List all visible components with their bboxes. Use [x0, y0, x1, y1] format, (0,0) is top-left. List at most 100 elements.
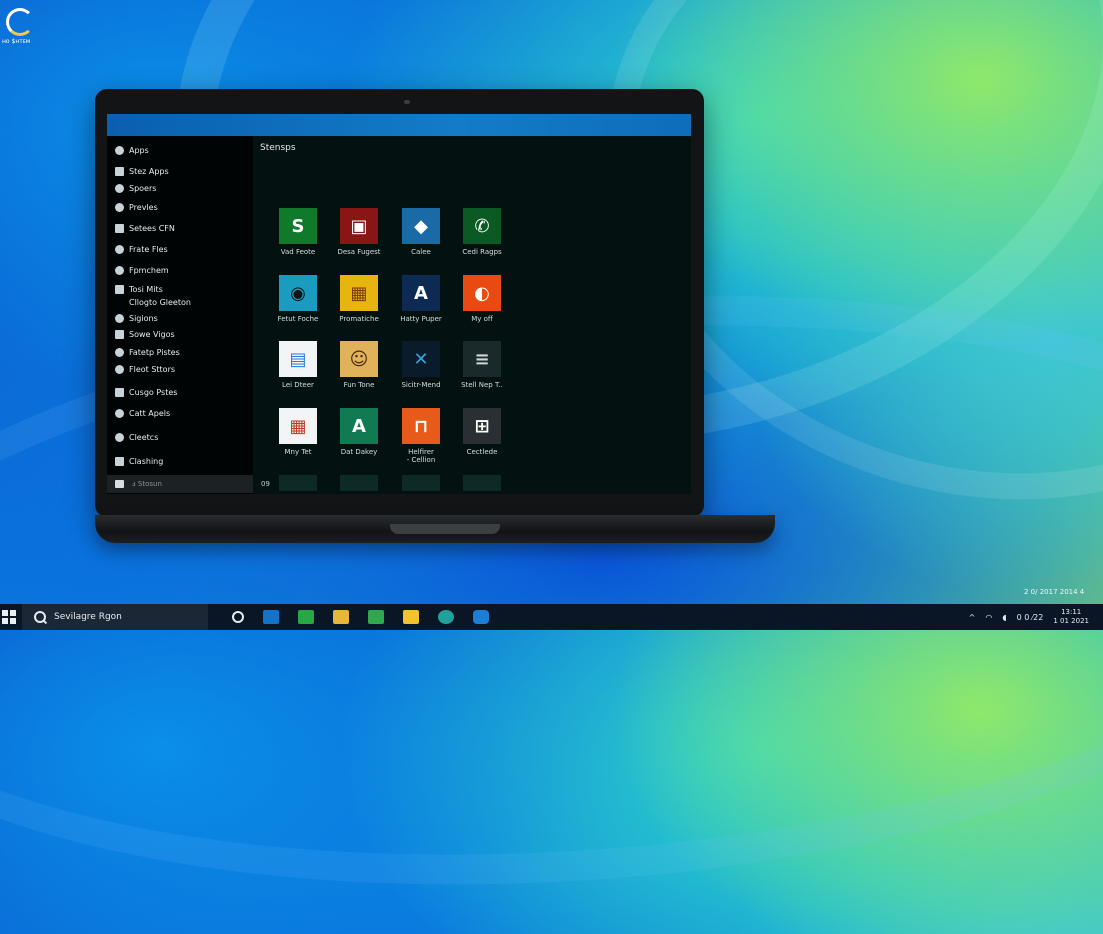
sidebar-item[interactable]: Tosi Mits [115, 282, 163, 296]
sidebar-item[interactable]: Spoers [115, 181, 156, 195]
sidebar-item-label: Fleot Sttors [129, 364, 176, 374]
sidebar-item-label: Cleetcs [129, 432, 159, 442]
sidebar-item[interactable]: Fleot Sttors [115, 362, 175, 376]
taskbar-search-text: Sevilagre Rgon [54, 612, 122, 622]
sidebar-item[interactable]: Apps [115, 143, 149, 157]
xbox-icon: ✕ [402, 341, 440, 377]
sidebar-item[interactable]: Fpmchem [115, 263, 169, 277]
sidebar-item[interactable]: Fatetp Pistes [115, 345, 180, 359]
sidebar-item[interactable]: Stez Apps [115, 164, 169, 178]
office-icon: ⊓ [402, 408, 440, 444]
app-tile-label: Fetut Foche [277, 315, 319, 323]
app-tile-label: Hatty Puper [400, 315, 442, 323]
app-tile[interactable]: ✕ Sicitr-Mend [389, 341, 453, 389]
photos-icon [115, 347, 124, 357]
app-tile[interactable]: ◆ Calee [389, 208, 453, 256]
app-tile-label: Lei Dteer [282, 381, 314, 389]
edge-icon[interactable] [438, 610, 454, 624]
app-tile[interactable]: ✆ Cedi Ragps [450, 208, 514, 256]
sidebar-item-label: Spoers [129, 183, 157, 193]
app-tile-label: Promatiche [339, 315, 379, 323]
sidebar-item-label: Fatetp Pistes [129, 347, 180, 357]
app-tile[interactable]: ▦ Mny Tet [266, 408, 330, 456]
sidebar-item-label: Setees CFN [129, 223, 175, 233]
taskbar: Sevilagre Rgon ^ ◠ ◖ 0 0 ⁄22 13:11 1 01 … [0, 604, 1103, 630]
tile-placeholder [463, 475, 501, 491]
sidebar-item[interactable]: Catt Apels [115, 406, 170, 420]
app-tile[interactable]: ▤ Lei Dteer [266, 341, 330, 389]
start-menu: Apps Stez Apps Spoers Prevles Setees CFN Frat… [107, 114, 691, 494]
taskbar-search[interactable]: Sevilagre Rgon [22, 604, 208, 630]
settings-icon [115, 313, 124, 323]
webcam [404, 100, 410, 104]
sidebar-item[interactable]: Cleetcs [115, 430, 158, 444]
gallery-icon: ▦ [340, 275, 378, 311]
network-icon[interactable]: ◠ [985, 613, 992, 622]
app-tile[interactable]: ◐ My off [450, 275, 514, 323]
app-tile[interactable]: A Dat Dakey [327, 408, 391, 456]
chat-icon[interactable] [298, 610, 314, 624]
clock-time: 13:11 [1061, 608, 1082, 616]
app-tile-label: Fun Tone [343, 381, 375, 389]
tile-placeholder [340, 475, 378, 491]
tools-icon [115, 284, 124, 294]
sidebar-item-label: Clashing [129, 456, 164, 466]
start-button[interactable] [2, 610, 16, 624]
sidebar-item-label: Tosi Mits [129, 284, 163, 294]
sidebar-footer[interactable]: ⅎ Stosun [107, 475, 253, 493]
file-explorer-icon[interactable] [333, 610, 349, 624]
app-tile[interactable]: ☺ Fun Tone [327, 341, 391, 389]
sidebar-item-label: Frate Fles [129, 244, 168, 254]
app-tile[interactable]: ▣ Desa Fugest [327, 208, 391, 256]
sidebar-item-label: Apps [129, 145, 149, 155]
tile-placeholder [402, 475, 440, 491]
pane-title: Stensps [260, 143, 296, 153]
appstore-icon: A [340, 408, 378, 444]
volume-icon[interactable]: ◖ [1002, 613, 1006, 622]
app-tile[interactable]: ◉ Fetut Foche [266, 275, 330, 323]
cortana-icon[interactable] [232, 611, 244, 623]
sidebar-item[interactable]: Sigions [115, 311, 158, 325]
files-icon [115, 387, 124, 397]
excel-icon[interactable] [368, 610, 384, 624]
sidebar-item[interactable]: Prevles [115, 200, 158, 214]
sidebar-item[interactable]: Frate Fles [115, 242, 168, 256]
docs-icon: ▤ [279, 341, 317, 377]
apps-icon [115, 408, 124, 418]
notepad-icon: ≡ [463, 341, 501, 377]
whatsapp-icon: ✆ [463, 208, 501, 244]
store-icon [115, 166, 124, 176]
notes-icon[interactable] [403, 610, 419, 624]
sidebar-item-label: Sowe Vigos [129, 329, 175, 339]
app-tile[interactable]: S Vad Feote [266, 208, 330, 256]
sidebar-item-label: Catt Apels [129, 408, 171, 418]
app-tile[interactable]: ⊞ Cectlede [450, 408, 514, 456]
font-icon: A [402, 275, 440, 311]
chevron-up-icon[interactable]: ^ [969, 613, 976, 622]
task-view-icon[interactable] [263, 610, 279, 624]
sidebar-item[interactable]: Sowe Vigos [115, 327, 175, 341]
clock[interactable]: 13:11 1 01 2021 [1053, 608, 1089, 626]
title-bar [107, 114, 691, 136]
app-tile-label: Vad Feote [280, 248, 316, 256]
app-tile[interactable]: A Hatty Puper [389, 275, 453, 323]
sidebar-item-label: Stez Apps [129, 166, 169, 176]
sheets-icon: S [279, 208, 317, 244]
sidebar-item[interactable]: Cusgo Pstes [115, 385, 177, 399]
app-tile-label: Helfirer - Cellion [406, 448, 436, 464]
sidebar-item[interactable]: Cllogto Gleeton [115, 295, 191, 309]
files-icon [115, 244, 124, 254]
sidebar-footer-label: ⅎ Stosun [132, 480, 162, 488]
app-tile[interactable]: ≡ Stell Nep T.. [450, 341, 514, 389]
sidebar-item[interactable]: Clashing [115, 454, 163, 468]
files-icon [115, 456, 124, 466]
apps-icon [115, 265, 124, 275]
system-tray: ^ ◠ ◖ 0 0 ⁄22 13:11 1 01 2021 [969, 604, 1103, 630]
sidebar-item[interactable]: Setees CFN [115, 221, 175, 235]
desktop-shortcut[interactable]: ʜo $ʜᴛᴇᴍ [2, 8, 36, 48]
app-tile[interactable]: ⊓ Helfirer - Cellion [389, 408, 453, 464]
search-icon [34, 611, 46, 623]
sports-icon [115, 183, 124, 193]
app-tile[interactable]: ▦ Promatiche [327, 275, 391, 323]
store-icon[interactable] [473, 610, 489, 624]
